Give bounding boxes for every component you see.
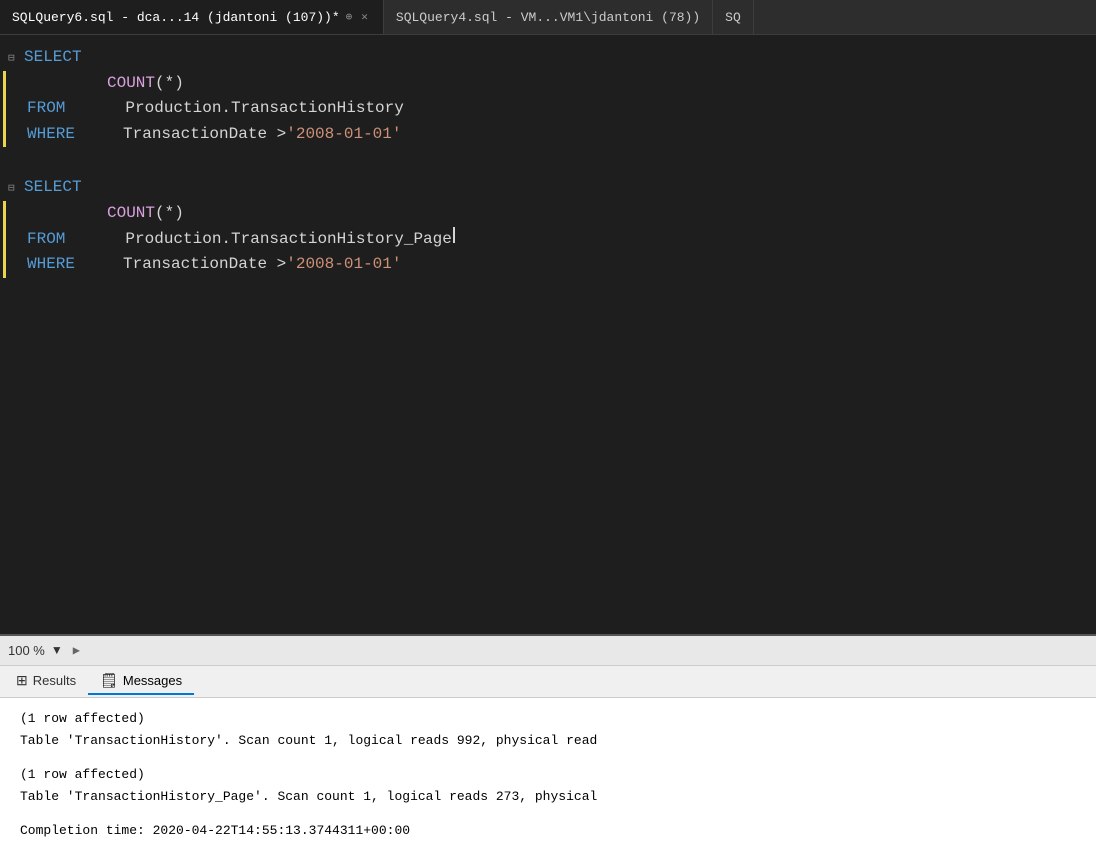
tab-sqlquery4[interactable]: SQLQuery4.sql - VM...VM1\jdantoni (78)) xyxy=(384,0,713,34)
collapse-spacer-2c xyxy=(11,258,27,276)
left-bar-2 xyxy=(0,175,8,201)
count-args-1: (*) xyxy=(155,71,184,97)
from-keyword-1: FROM xyxy=(27,96,65,122)
select-keyword-1: SELECT xyxy=(24,45,82,71)
tab-sqlquery6-label: SQLQuery6.sql - dca...14 (jdantoni (107)… xyxy=(12,10,340,25)
left-bar-yellow-1 xyxy=(3,71,11,97)
scroll-right-arrow[interactable]: ▶ xyxy=(73,643,80,658)
from-keyword-2: FROM xyxy=(27,227,65,253)
line-select-1: ⊟ SELECT xyxy=(0,45,1096,71)
msg-gap-1 xyxy=(20,752,1076,764)
zoom-bar: 100 % ▼ ▶ xyxy=(0,636,1096,666)
msg-line-1: (1 row affected) xyxy=(20,708,1076,730)
collapse-spacer-1 xyxy=(11,77,27,95)
tab-results[interactable]: ⊞ Results xyxy=(4,668,88,695)
left-bar-yellow-1b xyxy=(3,96,11,122)
msg-line-5: Completion time: 2020-04-22T14:55:13.374… xyxy=(20,820,1076,842)
where-keyword-1: WHERE xyxy=(27,122,75,148)
msg-line-2: Table 'TransactionHistory'. Scan count 1… xyxy=(20,730,1076,752)
where-keyword-2: WHERE xyxy=(27,252,75,278)
tab-sq[interactable]: SQ xyxy=(713,0,754,34)
line-count-2: COUNT(*) xyxy=(0,201,1096,227)
results-icon: ⊞ xyxy=(16,672,28,689)
count-keyword-2: COUNT xyxy=(107,201,155,227)
zoom-dropdown[interactable]: ▼ xyxy=(51,643,63,657)
pin-icon[interactable]: ⊕ xyxy=(346,10,353,24)
collapse-spacer-1b xyxy=(11,102,27,120)
count-args-2: (*) xyxy=(155,201,184,227)
left-bar-yellow-2c xyxy=(3,252,11,278)
tab-messages[interactable]: 🗒 Messages xyxy=(88,668,194,695)
code-area[interactable]: ⊟ SELECT COUNT(*) FROM Production.Transa… xyxy=(0,35,1096,634)
tab-sqlquery4-label: SQLQuery4.sql - VM...VM1\jdantoni (78)) xyxy=(396,10,700,25)
from-table-1: Production.TransactionHistory xyxy=(125,96,403,122)
tab-bar: SQLQuery6.sql - dca...14 (jdantoni (107)… xyxy=(0,0,1096,35)
where-condition-1: TransactionDate > xyxy=(123,122,286,148)
line-from-1: FROM Production.TransactionHistory xyxy=(0,96,1096,122)
msg-gap-2 xyxy=(20,808,1076,820)
date-value-2: '2008-01-01' xyxy=(286,252,401,278)
messages-icon: 🗒 xyxy=(100,672,118,689)
left-bar-yellow-1c xyxy=(3,122,11,148)
cursor xyxy=(453,227,455,243)
date-value-1: '2008-01-01' xyxy=(286,122,401,148)
results-tab-label: Results xyxy=(33,673,76,688)
collapse-spacer-2b xyxy=(11,233,27,251)
collapse-icon-2[interactable]: ⊟ xyxy=(8,181,24,199)
tab-sqlquery6[interactable]: SQLQuery6.sql - dca...14 (jdantoni (107)… xyxy=(0,0,384,34)
line-where-2: WHERE TransactionDate > '2008-01-01' xyxy=(0,252,1096,278)
collapse-spacer-1c xyxy=(11,128,27,146)
zoom-label: 100 % xyxy=(8,643,45,658)
left-bar-yellow-2 xyxy=(3,201,11,227)
msg-line-3: (1 row affected) xyxy=(20,764,1076,786)
count-keyword-1: COUNT xyxy=(107,71,155,97)
messages-tab-label: Messages xyxy=(123,673,182,688)
query-separator xyxy=(0,155,1096,175)
query-block-1: ⊟ SELECT COUNT(*) FROM Production.Transa… xyxy=(0,45,1096,147)
query-block-2: ⊟ SELECT COUNT(*) FROM Production.Transa… xyxy=(0,175,1096,277)
editor-area: ⊟ SELECT COUNT(*) FROM Production.Transa… xyxy=(0,35,1096,634)
line-count-1: COUNT(*) xyxy=(0,71,1096,97)
select-keyword-2: SELECT xyxy=(24,175,82,201)
bottom-area: 100 % ▼ ▶ ⊞ Results 🗒 Messages (1 row af… xyxy=(0,634,1096,852)
tab-sq-label: SQ xyxy=(725,10,741,25)
where-condition-2: TransactionDate > xyxy=(123,252,286,278)
collapse-icon-1[interactable]: ⊟ xyxy=(8,51,24,69)
line-select-2: ⊟ SELECT xyxy=(0,175,1096,201)
left-bar-yellow-2b xyxy=(3,227,11,253)
collapse-spacer-2 xyxy=(11,207,27,225)
messages-area: (1 row affected) Table 'TransactionHisto… xyxy=(0,698,1096,852)
left-bar-1 xyxy=(0,45,8,71)
line-from-2: FROM Production.TransactionHistory_Page xyxy=(0,227,1096,253)
results-tab-bar: ⊞ Results 🗒 Messages xyxy=(0,666,1096,698)
line-where-1: WHERE TransactionDate > '2008-01-01' xyxy=(0,122,1096,148)
close-tab-icon[interactable]: ✕ xyxy=(358,9,371,25)
from-table-2: Production.TransactionHistory_Page xyxy=(125,227,451,253)
msg-line-4: Table 'TransactionHistory_Page'. Scan co… xyxy=(20,786,1076,808)
